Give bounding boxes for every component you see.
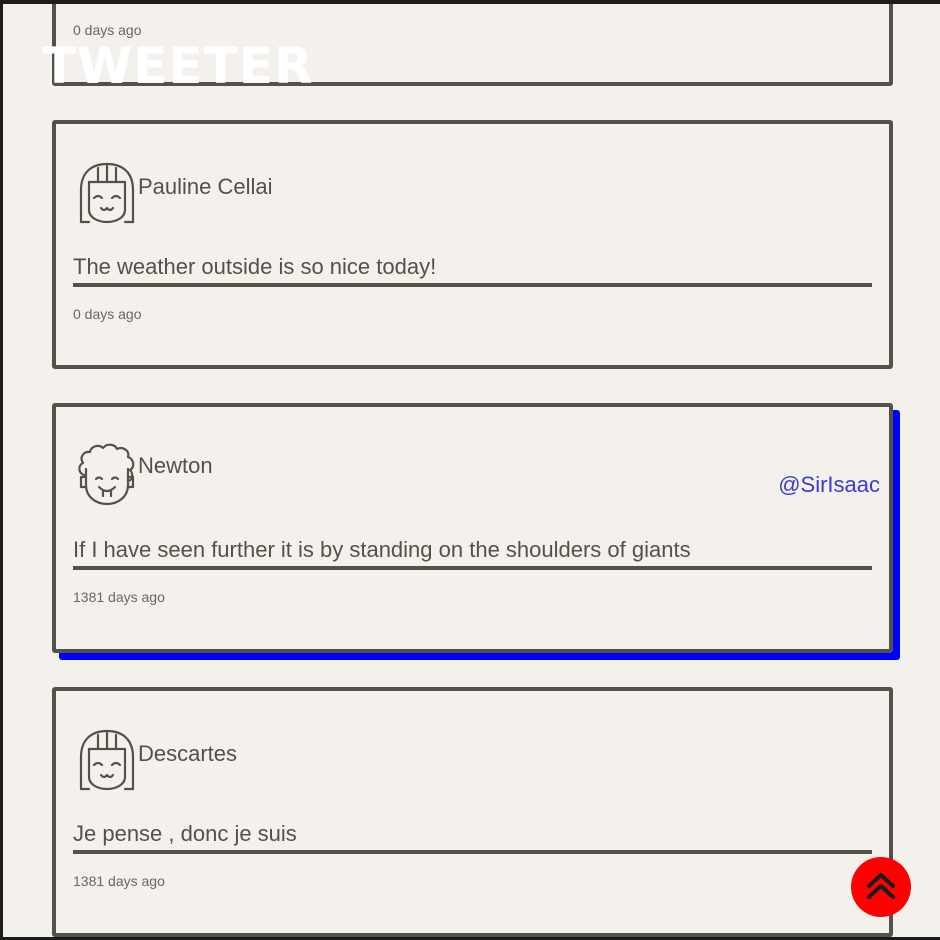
tweet-time: 1381 days ago (73, 589, 165, 605)
girl-avatar-icon (76, 727, 138, 793)
tweet-time: 1381 days ago (73, 873, 165, 889)
tweet-author-name: Descartes (138, 741, 238, 766)
girl-avatar-icon (76, 160, 138, 226)
tweet-author-name: Pauline Cellai (138, 174, 273, 199)
tweet-content: If I have seen further it is by standing… (73, 537, 872, 570)
tweet-author-handle[interactable]: @SirIsaac (778, 472, 880, 498)
tweet-content: Je pense , donc je suis (73, 821, 872, 854)
double-chevron-up-icon (864, 868, 898, 907)
curly-hair-avatar-icon (76, 441, 138, 507)
tweet-card[interactable]: Pauline Cellai The weather outside is so… (52, 120, 893, 369)
tweet-time: 0 days ago (73, 306, 142, 322)
tweet-card[interactable]: Newton @SirIsaac If I have seen further … (52, 403, 893, 653)
tweet-content: The weather outside is so nice today! (73, 254, 872, 287)
scroll-to-top-button[interactable] (851, 857, 911, 917)
tweet-card[interactable]: Descartes Je pense , donc je suis 1381 d… (52, 687, 893, 937)
tweet-author-name: Newton (138, 453, 213, 478)
brand-logo[interactable]: TWEETER (42, 36, 313, 96)
